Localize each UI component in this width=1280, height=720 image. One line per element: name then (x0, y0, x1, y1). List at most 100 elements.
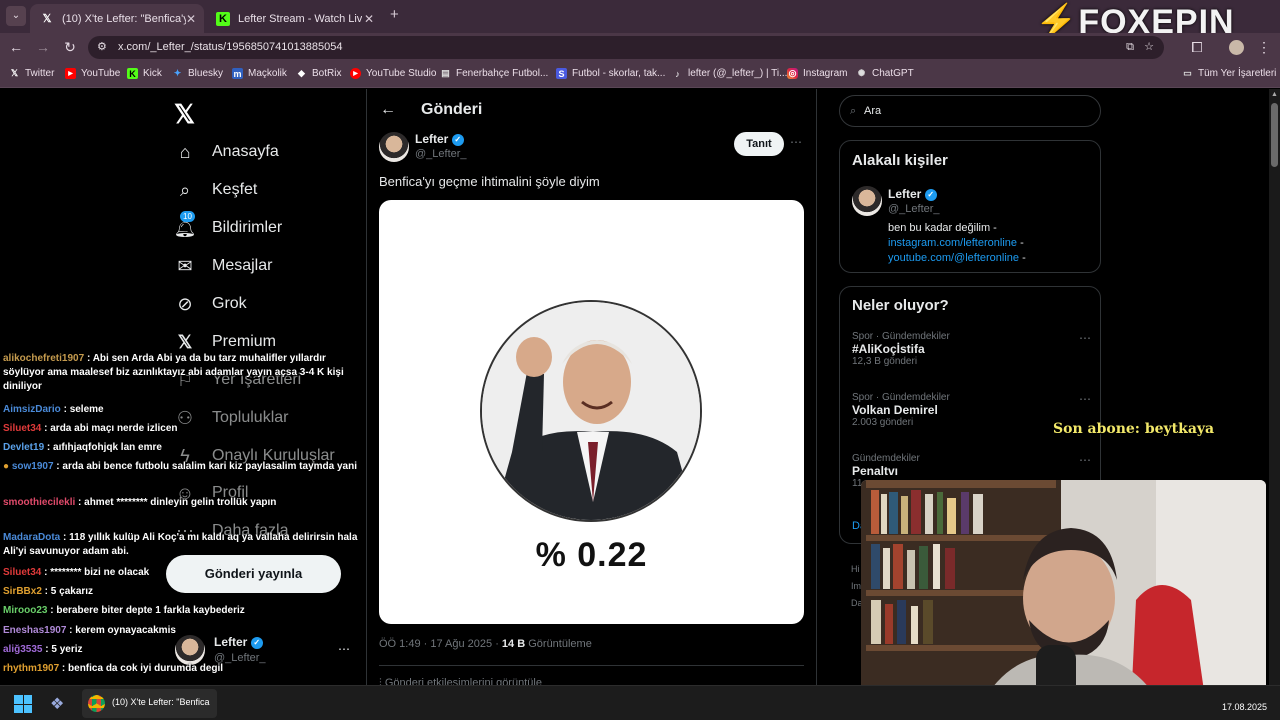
chat-text: ahmet ******** dinleyin gelin trollük ya… (84, 497, 277, 508)
forward-icon[interactable]: → (34, 39, 52, 55)
bio-text: ben bu kadar değilim - (888, 222, 997, 234)
webcam-feed (861, 480, 1266, 705)
sidebar-item-notifications[interactable]: 🔔︎ 10 Bildirimler (174, 211, 282, 239)
scrollbar-thumb[interactable] (1271, 103, 1278, 167)
trend-item[interactable]: Spor · Gündemdekiler #AliKoçİstifa 12,3 … (852, 331, 1092, 367)
bookmark-youtube[interactable]: ▶ YouTube (65, 68, 120, 79)
bookmark-chatgpt[interactable]: ✺ ChatGPT (856, 68, 914, 79)
youtube-link[interactable]: youtube.com/@lefteronline (888, 252, 1019, 264)
tab-kick-stream[interactable]: K Lefter Stream - Watch Live on K ✕ (206, 4, 382, 33)
bookmark-instagram[interactable]: ◎ Instagram (787, 68, 847, 79)
trend-count: 12,3 B gönderi (852, 356, 918, 367)
trend-category: Spor · Gündemdekiler (852, 392, 950, 403)
relevant-name[interactable]: Lefter ✓ (888, 187, 937, 201)
search-placeholder: Ara (864, 105, 882, 117)
bookmark-tiktok[interactable]: ♪ lefter (@_lefter_) | Ti... (672, 68, 787, 79)
taskbar-chrome-app[interactable]: (10) X'te Lefter: "Benfica (82, 689, 217, 718)
install-app-icon[interactable]: ⧉ (1126, 36, 1134, 59)
youtube-icon: ▶ (65, 68, 76, 79)
metadata-divider (379, 665, 804, 666)
sidebar-item-home[interactable]: ⌂ Anasayfa (174, 141, 279, 163)
post-more-icon[interactable]: ⋯ (790, 135, 802, 149)
views-label: Görüntüleme (525, 638, 592, 650)
sidebar-item-grok[interactable]: ⊘ Grok (174, 293, 246, 315)
chat-message: MadaraDota : 118 yıllık kulüp Ali Koç'a … (3, 532, 358, 557)
kick-icon: K (216, 11, 230, 26)
sidebar-item-messages[interactable]: ✉ Mesajlar (174, 255, 272, 277)
bookmark-twitter[interactable]: 𝕏 Twitter (9, 68, 55, 79)
close-tab-icon[interactable]: ✕ (364, 12, 374, 26)
youtube-studio-icon: ▶ (350, 68, 361, 79)
page-title: Gönderi (421, 101, 483, 118)
chat-message: smoothiecilekli : ahmet ******** dinleyi… (3, 497, 277, 508)
relevant-people-title: Alakalı kişiler (852, 152, 948, 169)
chat-user: SirBBx2 (3, 586, 42, 597)
x-logo-icon: 𝕏 (10, 68, 19, 78)
trend-category: Spor · Gündemdekiler (852, 331, 950, 342)
bookmark-star-icon[interactable]: ☆ (1144, 36, 1154, 59)
bookmark-futbol-skorlar[interactable]: S Futbol - skorlar, tak... (556, 68, 665, 79)
sidebar-item-explore[interactable]: ⌕ Keşfet (174, 179, 257, 201)
tab-x-post[interactable]: 𝕏 (10) X'te Lefter: "Benfica'yı geçme ✕ (30, 4, 204, 33)
trend-name: Volkan Demirel (852, 403, 938, 417)
activity-chart-icon: ⫶ (379, 677, 382, 685)
bio-separator: - (1019, 252, 1026, 264)
trends-title: Neler oluyor? (852, 297, 949, 314)
chat-user: sow1907 (11, 461, 54, 472)
relevant-people-panel: Alakalı kişiler Lefter ✓ @_Lefter_ ben b… (839, 140, 1101, 273)
x-logo-icon: 𝕏 (42, 13, 52, 25)
scroll-up-icon[interactable]: ▲ (1271, 91, 1278, 98)
chat-message: ● sow1907 : arda abi bence futbolu salal… (3, 461, 357, 472)
tab-search-button[interactable]: ⌄ (6, 6, 26, 26)
bookmark-botrix[interactable]: ◆ BotRix (296, 68, 341, 79)
sidebar-item-premium[interactable]: 𝕏 Premium (174, 331, 276, 353)
chat-message: SirBBx2 : 5 çakarız (3, 586, 94, 597)
relevant-avatar[interactable] (852, 186, 882, 216)
chat-user: Siluet34 (3, 423, 42, 434)
chat-message: Siluet34 : ******** bizi ne olacak (3, 567, 150, 578)
verified-badge-icon: ✓ (924, 188, 937, 201)
tab-title: (10) X'te Lefter: "Benfica'yı geçme (62, 12, 186, 25)
profile-avatar[interactable] (1229, 40, 1244, 55)
bookmark-kick[interactable]: K Kick (127, 68, 162, 79)
bookmark-mackolik[interactable]: m Maçkolik (232, 68, 287, 79)
all-bookmarks[interactable]: ▭ Tüm Yer İşaretleri (1182, 68, 1276, 79)
menu-kebab-icon[interactable]: ⋮ (1255, 39, 1273, 56)
chat-text: aıfıhjaqfohjqk lan emre (53, 442, 162, 453)
chat-message: AimsizDario : seleme (3, 404, 104, 415)
trend-more-icon[interactable]: ⋯ (1079, 392, 1092, 406)
folder-icon: ▭ (1183, 68, 1192, 78)
widget-app-icon[interactable]: ❖ (50, 694, 64, 714)
author-avatar[interactable] (379, 132, 409, 162)
author-name[interactable]: Lefter ✓ (415, 132, 464, 146)
new-tab-button[interactable]: + (390, 6, 399, 23)
post-image[interactable]: % 0.22 (379, 200, 804, 624)
bookmark-fenerbahce[interactable]: ▤ Fenerbahçe Futbol... (440, 68, 548, 79)
follow-button[interactable]: Tanıt (734, 132, 784, 156)
chat-message: Mirooo23 : berabere biter depte 1 farkla… (3, 605, 245, 616)
instagram-link[interactable]: instagram.com/lefteronline (888, 237, 1017, 249)
trend-more-icon[interactable]: ⋯ (1079, 453, 1092, 467)
windows-start-icon[interactable] (14, 695, 32, 713)
verified-badge-icon: ✓ (451, 133, 464, 146)
chat-badge-icon: ● (3, 461, 10, 472)
bookmark-bluesky[interactable]: ✦ Bluesky (172, 68, 223, 79)
url-bar[interactable]: ⚙ x.com/_Lefter_/status/1956850741013885… (88, 36, 1164, 59)
x-home-logo[interactable]: 𝕏 (174, 99, 195, 130)
site-info-icon[interactable]: ⚙ (97, 36, 107, 59)
back-arrow-icon[interactable]: ← (380, 101, 396, 119)
close-tab-icon[interactable]: ✕ (186, 12, 196, 26)
back-icon[interactable]: ← (7, 39, 25, 55)
taskbar-date: 17.08.2025 (1222, 702, 1268, 712)
bookmark-youtube-studio[interactable]: ▶ YouTube Studio (350, 68, 436, 79)
reload-icon[interactable]: ↻ (61, 39, 79, 56)
post-activity-link[interactable]: ⫶ Gönderi etkileşimlerini görüntüle (379, 677, 542, 685)
author-handle: @_Lefter_ (415, 148, 467, 160)
chat-user: alikochefreti1907 (3, 353, 85, 364)
latest-subscriber: Son abone: beytkaya (1053, 421, 1215, 437)
trend-more-icon[interactable]: ⋯ (1079, 331, 1092, 345)
chat-user: MadaraDota (3, 532, 61, 543)
page-scrollbar[interactable]: ▲ (1269, 89, 1280, 685)
extensions-icon[interactable]: ⧠ (1188, 39, 1206, 56)
search-input[interactable]: ⌕ Ara (839, 95, 1101, 127)
